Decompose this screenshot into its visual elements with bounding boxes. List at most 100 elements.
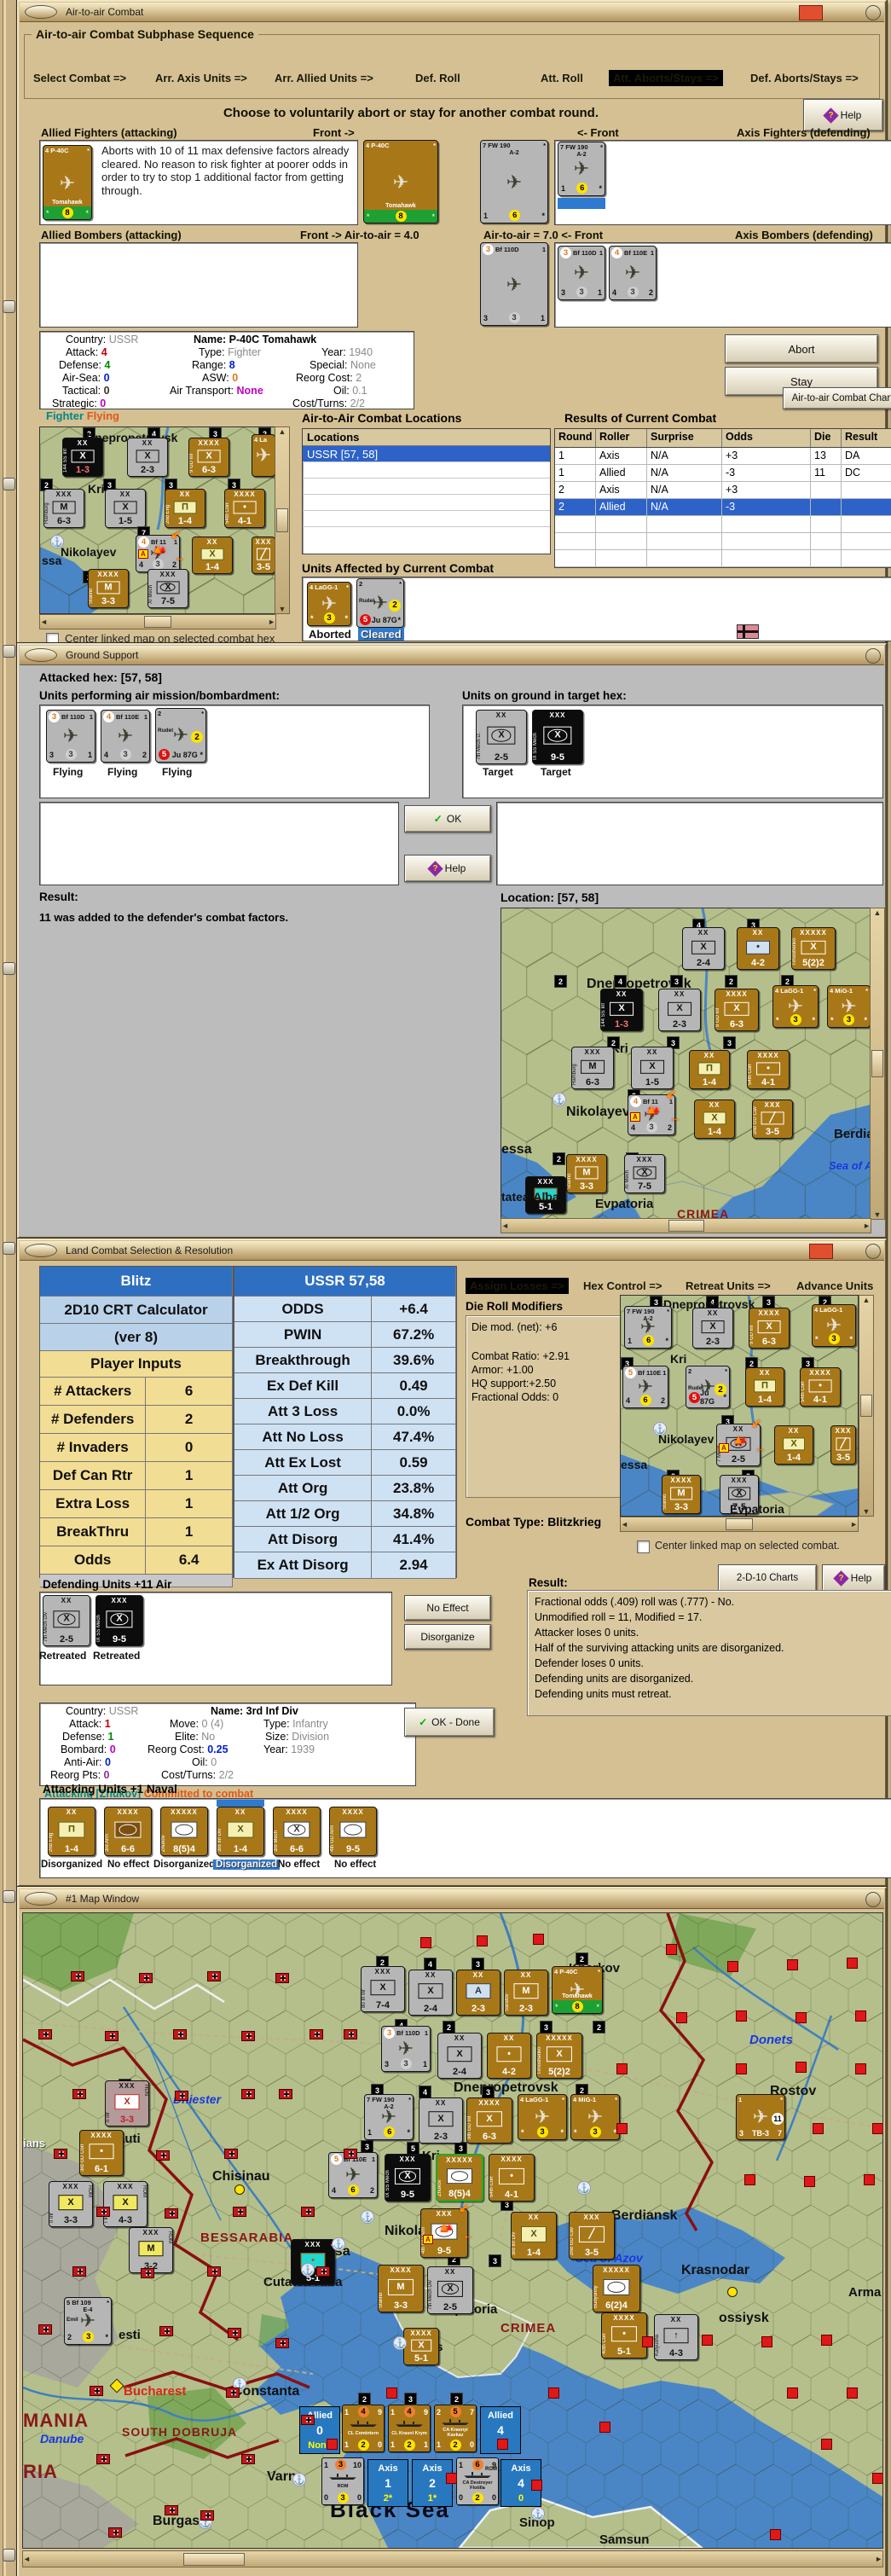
unit-counter[interactable]: 3rd Inf Div XX X 1-4	[217, 1807, 264, 1856]
unit-counter[interactable]: 54th Corr XXXX • 4-1	[747, 1050, 790, 1089]
unit-counter[interactable]: XX X 1-5	[631, 1047, 674, 1089]
titlebar[interactable]: Land Combat Selection & Resolution	[20, 1241, 884, 1261]
background-window-button[interactable]	[3, 478, 15, 490]
unit-counter[interactable]: 54th Corr XXXX • 4-1	[489, 2154, 535, 2202]
tab-retreat-units[interactable]: Retreat Units =>	[686, 1279, 771, 1292]
table-row[interactable]	[555, 550, 891, 567]
charts-button[interactable]: 2-D-10 Charts	[718, 1564, 817, 1592]
unit-counter[interactable]: IX SS Mech XXX X 9-5	[532, 710, 583, 764]
tab-hex-control[interactable]: Hex Control =>	[583, 1279, 662, 1292]
unit-counter[interactable]: Stalino XXXX M 3-3	[378, 2265, 424, 2312]
unit-counter[interactable]: Zhukov XXXXX 8(5)4	[436, 2154, 483, 2202]
unit-counter[interactable]: 9th GD Inf XXXX X 6-3	[466, 2097, 512, 2144]
unit-counter[interactable]: 4 LaGG-1 ✈ * 3 *	[812, 1304, 856, 1347]
no-effect-button[interactable]: No Effect	[404, 1595, 491, 1621]
air-combat-chart-button[interactable]: Air-to-air Combat Chart	[783, 387, 891, 409]
unit-counter[interactable]: XX X 2-3	[419, 2097, 463, 2144]
unit-counter[interactable]: XX X 1-4	[774, 1425, 813, 1465]
unit-counter[interactable]: 80 III Inf XXX X 7-4	[361, 1966, 405, 2012]
unit-counter[interactable]: Stalino XXXX M 3-3	[88, 569, 129, 608]
titlebar[interactable]: Ground Support	[20, 646, 884, 665]
disorganize-button[interactable]: Disorganize	[404, 1624, 491, 1650]
unit-counter[interactable]: 54th Corr XXXX • 4-1	[800, 1367, 841, 1407]
unit-counter[interactable]: 1 6 9 CA Destroyer Flotilla 0 2 0 ROM	[456, 2457, 499, 2505]
unit-counter[interactable]: 4 LaGG-1 * ✈ * 3 *	[518, 2094, 567, 2140]
titlebar[interactable]: #1 Map Window	[20, 1889, 884, 1909]
unit-counter[interactable]: 4 Bf 11 1 ✈ 4 3 2 ▲ ▲ A ← ↙	[628, 1087, 681, 1135]
table-row[interactable]: 2 Axis N/A +3	[555, 482, 891, 499]
unit-counter[interactable]: XX • 4-2	[737, 927, 779, 970]
location-map[interactable]: 4 3 XX X 2-4 XX • 4-2 Timoshenko XXXXX X 5(2)2 Dnepr…	[500, 908, 871, 1220]
unit-counter[interactable]: 4 Bf 110E 1 ✈ 4 3 2	[101, 710, 150, 763]
background-window-button[interactable]	[3, 645, 15, 658]
unit-counter[interactable]: XX X 1-5	[105, 489, 146, 528]
unit-counter[interactable]: 144 SS Inf XX X 1-3	[600, 989, 643, 1031]
unit-counter[interactable]: XXXX X 5-1	[403, 2328, 439, 2365]
unit-counter[interactable]: 4 P-40C * ✈ Tomahawk * 8 *	[552, 1966, 603, 2014]
unit-counter[interactable]: XX A 2-3	[456, 1970, 500, 2016]
unit-counter[interactable]: 3rd Arm XXXX 6-6	[104, 1807, 152, 1856]
unit-counter[interactable]: 7 FW 190 * A-2 ✈ 1 6 *	[364, 2094, 414, 2140]
unit-counter[interactable]: 4 MiG-1 * ✈ * 3 *	[570, 2094, 620, 2140]
menu-def-aborts-stays[interactable]: Def. Aborts/Stays =>	[750, 72, 859, 84]
table-row[interactable]: 1 Axis N/A +3 13 DA	[555, 448, 891, 465]
unit-counter[interactable]: II Inf ROM XXX X 3-3	[49, 2181, 93, 2227]
menu-arr-axis-units[interactable]: Arr. Axis Units =>	[155, 72, 247, 84]
unit-counter[interactable]: XX X 2-3	[127, 438, 168, 477]
ok-button[interactable]: ✓ OK	[404, 805, 491, 833]
unit-counter[interactable]: 4 MiG-1 * ✈ * 3 *	[827, 985, 871, 1028]
menu-arr-allied-units[interactable]: Arr. Allied Units =>	[275, 72, 373, 84]
unit-counter[interactable]: XX X 2-4	[408, 1970, 453, 2016]
background-window-button[interactable]	[3, 1242, 15, 1255]
unit-counter[interactable]: ROM XXX M 3-2	[129, 2227, 173, 2273]
table-row[interactable]	[555, 516, 891, 533]
help-button[interactable]: ? Help	[404, 855, 491, 882]
unit-counter[interactable]: 3 Bf 110D 1 ✈ 3 3 1	[558, 246, 605, 300]
menu-att-aborts-stays-active[interactable]: Att. Aborts/Stays =>	[609, 70, 723, 86]
unit-counter[interactable]: 2 * Rudel ✈ 2 5 Ju 87G *	[686, 1366, 730, 1408]
center-map-checkbox[interactable]	[637, 1540, 650, 1553]
unit-counter[interactable]: XX X 1-4	[694, 1099, 735, 1139]
close-icon[interactable]	[799, 5, 823, 20]
help-button[interactable]: ? Help	[822, 1564, 885, 1592]
unit-counter[interactable]: 1 4 9 CL Krasni Krym 1 2 1 3	[388, 2393, 431, 2452]
unit-counter[interactable]: Stalino XXXX M 3-3	[662, 1475, 701, 1514]
allied-bomber-panel[interactable]	[39, 242, 358, 328]
unit-counter[interactable]: 1 * ✈ 11 3 TB-3 7	[736, 2094, 785, 2140]
unit-counter[interactable]: VXXX•5-1	[291, 2239, 335, 2285]
table-row[interactable]: 1 Allied N/A -3 11 DC	[555, 465, 891, 482]
ok-done-button[interactable]: ✓ OK - Done	[404, 1708, 495, 1737]
unit-counter[interactable]: 1 4 9 CL Comintern 1 2 0 2	[342, 2393, 385, 2452]
unit-counter[interactable]: 4 La ✈	[252, 434, 275, 477]
unit-counter[interactable]: 7 Mech XX X 2-5 ▲ ▲ A ← ↙	[716, 1416, 767, 1466]
unit-counter[interactable]: 9 GD Inf XXXX X 6-3	[188, 438, 229, 477]
unit-counter[interactable]: 3rd Inf Div XX X 1-4	[511, 2212, 557, 2260]
background-window-button[interactable]	[3, 300, 15, 313]
unit-counter[interactable]: Zhukov XXXXX 8(5)4	[160, 1807, 208, 1856]
unit-counter[interactable]: 7th Mech D. XX X 2-5	[476, 710, 527, 764]
main-map[interactable]: KharkovDonetsDnepropetrovskRostovKriNiko…	[22, 1912, 883, 2549]
unit-counter[interactable]: Stalino XXXX M 3-3	[566, 1154, 607, 1193]
minimap-hscrollbar[interactable]: ◄ ►	[39, 614, 276, 629]
unit-counter[interactable]: 54th Corr XXXX • 4-1	[224, 489, 265, 528]
unit-counter[interactable]: XX X 2-3	[692, 1308, 733, 1349]
window-roll-icon[interactable]	[865, 1244, 881, 1259]
unit-counter[interactable]: XX X 1-4	[192, 537, 233, 574]
window-shade-button[interactable]	[25, 5, 57, 19]
unit-counter[interactable]: 3 Bf 110D 1 ✈ 3 3 1	[46, 710, 95, 763]
unit-counter[interactable]: XX • 4-2	[487, 2033, 531, 2079]
abort-button[interactable]: Abort	[725, 334, 878, 363]
unit-counter[interactable]: Timoshenko XXXXX X 5(2)2	[791, 927, 836, 970]
unit-counter[interactable]: Timoshenko XXXXX X 5(2)2	[536, 2033, 582, 2079]
air-mission-panel[interactable]	[39, 705, 430, 798]
map-hscrollbar[interactable]: ◄ ►	[500, 1218, 871, 1233]
menu-select-combat[interactable]: Select Combat =>	[33, 72, 126, 84]
background-window-button[interactable]	[3, 2549, 15, 2561]
unit-counter[interactable]: 2nd Eng XX Π 1-4	[48, 1807, 95, 1856]
unit-counter[interactable]: 40th Corr XXXX • 5-1	[601, 2312, 647, 2358]
window-roll-icon[interactable]	[865, 5, 881, 20]
unit-counter[interactable]: 4 Bf 110E 1 ✈ 4 3 2	[609, 246, 657, 300]
unit-counter[interactable]: 5 Bf 109 * E-4 Emil ✈ 2 3 *	[64, 2297, 112, 2345]
unit-counter[interactable]: Saratov XX M 2-3	[504, 1970, 548, 2016]
table-row[interactable]: Round Roller Surprise Odds Die Result	[555, 429, 891, 449]
